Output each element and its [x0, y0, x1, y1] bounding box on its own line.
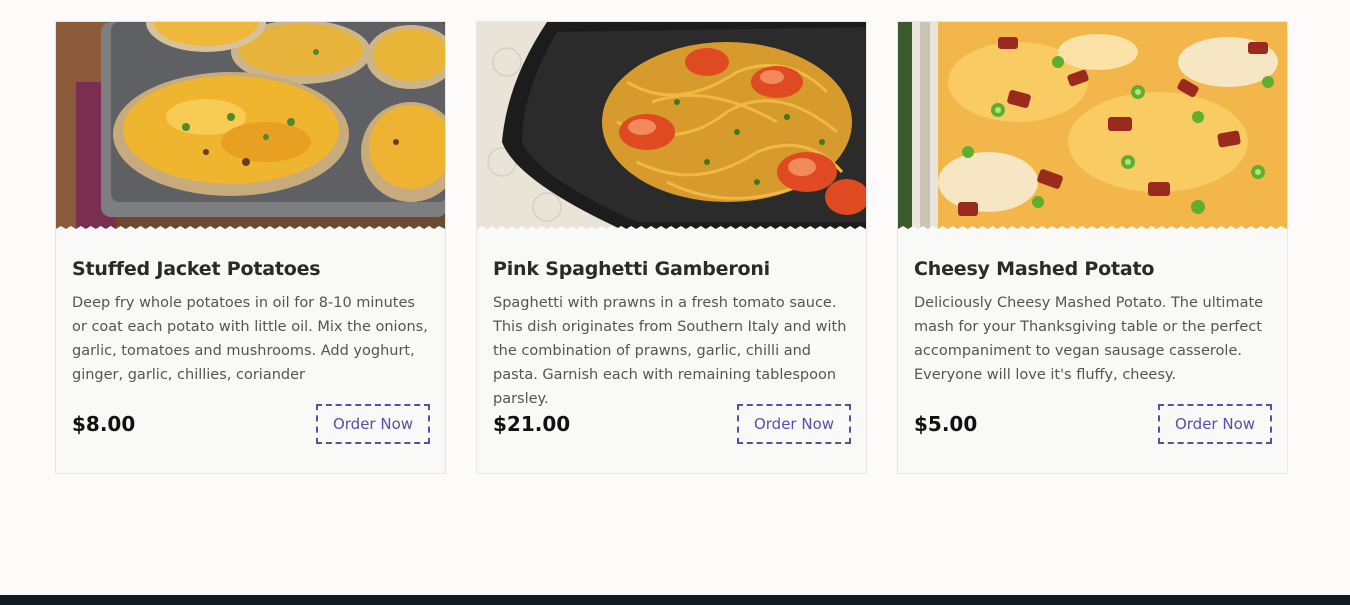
- card-description: Spaghetti with prawns in a fresh tomato …: [493, 295, 847, 407]
- card-description: Deliciously Cheesy Mashed Potato. The ul…: [914, 295, 1264, 383]
- stuffed-jacket-potatoes-image: [56, 22, 445, 232]
- card-price: $5.00: [914, 412, 978, 436]
- order-now-button[interactable]: Order Now: [316, 404, 430, 444]
- menu-card: Pink Spaghetti Gamberoni Spaghetti with …: [476, 21, 867, 474]
- menu-card-list: Stuffed Jacket Potatoes Deep fry whole p…: [55, 21, 1288, 474]
- menu-card: Stuffed Jacket Potatoes Deep fry whole p…: [55, 21, 446, 474]
- order-now-button[interactable]: Order Now: [737, 404, 851, 444]
- site-footer: [0, 595, 1350, 605]
- cheesy-mashed-potato-image: [898, 22, 1287, 232]
- card-description: Deep fry whole potatoes in oil for 8-10 …: [72, 295, 428, 383]
- card-title: Cheesy Mashed Potato: [914, 258, 1155, 280]
- order-now-button[interactable]: Order Now: [1158, 404, 1272, 444]
- menu-card: Cheesy Mashed Potato Deliciously Cheesy …: [897, 21, 1288, 474]
- card-title: Stuffed Jacket Potatoes: [72, 258, 321, 280]
- card-title: Pink Spaghetti Gamberoni: [493, 258, 770, 280]
- card-price: $8.00: [72, 412, 136, 436]
- card-price: $21.00: [493, 412, 571, 436]
- pink-spaghetti-gamberoni-image: [477, 22, 866, 232]
